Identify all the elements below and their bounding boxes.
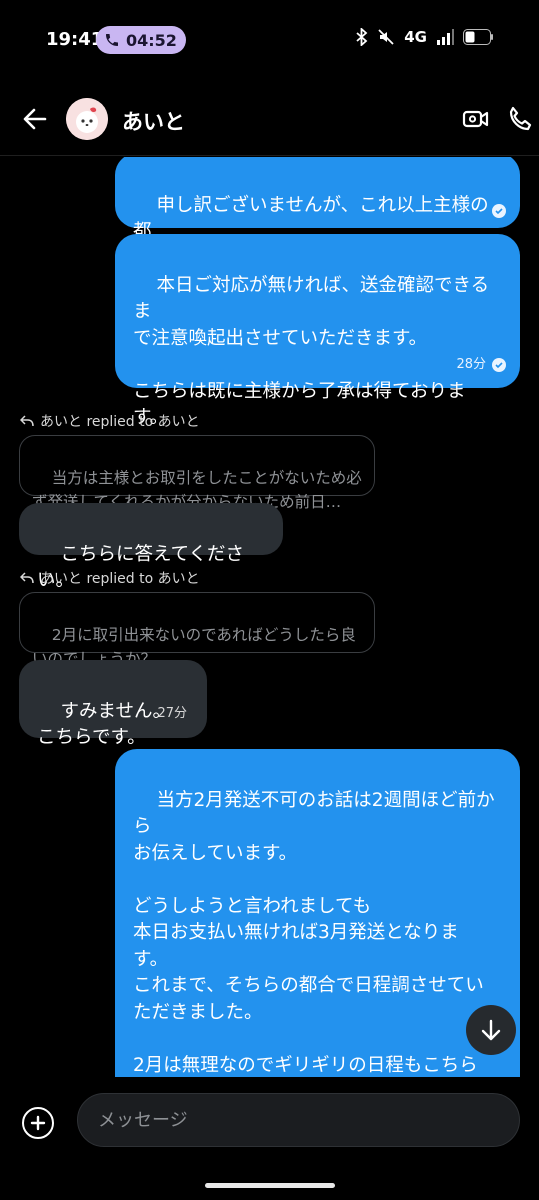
reply-label-text: あいと replied to あいと: [40, 414, 200, 430]
add-attachment-button[interactable]: [22, 1107, 54, 1139]
outgoing-message[interactable]: 申し訳ございませんが、これ以上主様の都 合に振り回されるのは勘弁です。: [115, 157, 520, 269]
arrow-left-icon: [23, 108, 47, 130]
arrow-down-icon: [481, 1019, 501, 1041]
home-indicator[interactable]: [205, 1183, 335, 1188]
message-meta: [492, 204, 506, 218]
bluetooth-icon: [356, 28, 368, 46]
plus-icon: [30, 1115, 46, 1131]
phone-icon: [106, 34, 118, 46]
message-text: すみません。 こちらです。: [37, 700, 171, 749]
call-timer: 04:52: [126, 30, 177, 50]
reply-arrow-icon: [20, 572, 34, 584]
scroll-to-bottom-button[interactable]: [466, 1005, 516, 1055]
reply-arrow-icon: [20, 415, 34, 427]
quoted-message[interactable]: 2月に取引出来ないのであればどうしたら良 いのでしょうか？…: [19, 592, 375, 668]
video-call-button[interactable]: [461, 104, 491, 134]
incoming-message[interactable]: すみません。 こちらです。 27分: [19, 660, 207, 748]
message-meta: 28分: [456, 352, 506, 379]
quoted-message[interactable]: 当方は主様とお取引をしたことがないため必 ず発送してくれるかが分からないため前日…: [19, 435, 375, 511]
message-thread[interactable]: 申し訳ございませんが、これ以上主様の都 合に振り回されるのは勘弁です。 本日ご対…: [0, 157, 539, 1077]
outgoing-message[interactable]: 当方2月発送不可のお話は2週間ほど前から お伝えしています。 どうしようと言われ…: [115, 749, 520, 1077]
reply-header: あいと replied to あいと: [20, 411, 200, 431]
battery-icon: [463, 29, 493, 45]
phone-icon: [509, 106, 532, 131]
status-icons: 4G: [356, 28, 493, 46]
message-time: 28分: [456, 356, 486, 372]
reply-label-text: あいと replied to あいと: [40, 571, 200, 587]
read-receipt-icon: [492, 357, 506, 372]
message-text: 本日ご対応が無ければ、送金確認できるま で注意喚起出させていただきます。 こちら…: [133, 274, 490, 429]
chat-header: あいと: [0, 80, 539, 156]
mute-icon: [378, 29, 394, 45]
status-time: 19:41: [46, 29, 104, 50]
avatar-image-icon: [66, 98, 108, 140]
back-button[interactable]: [18, 102, 52, 136]
status-bar: 19:41 04:52 4G: [0, 0, 539, 80]
message-text: 当方2月発送不可のお話は2週間ほど前から お伝えしています。 どうしようと言われ…: [133, 789, 495, 1076]
signal-icon: [437, 29, 454, 45]
voice-call-button[interactable]: [505, 104, 535, 134]
network-type: 4G: [404, 28, 427, 46]
video-camera-icon: [462, 110, 489, 128]
ongoing-call-chip[interactable]: 04:52: [96, 26, 186, 54]
message-composer: [0, 1080, 539, 1200]
contact-name[interactable]: あいと: [122, 106, 185, 136]
read-receipt-icon: [492, 204, 506, 218]
outgoing-message[interactable]: 本日ご対応が無ければ、送金確認できるま で注意喚起出させていただきます。 こちら…: [115, 234, 520, 428]
message-input[interactable]: [77, 1093, 520, 1147]
incoming-message[interactable]: こちらに答えてください。: [19, 503, 283, 591]
reply-header: あいと replied to あいと: [20, 568, 200, 588]
message-time: 27分: [157, 705, 187, 721]
contact-avatar[interactable]: [66, 98, 108, 140]
